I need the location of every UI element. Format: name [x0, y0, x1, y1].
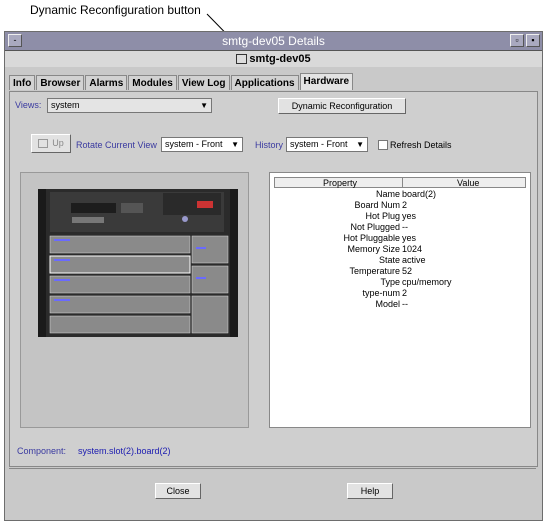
table-row[interactable]: Type cpu/memory	[270, 277, 532, 288]
minimize-icon[interactable]: ▫	[510, 34, 524, 47]
window-titlebar[interactable]: - smtg-dev05 Details ▫ ▪	[5, 32, 542, 51]
table-row[interactable]: Hot Pluggable yes	[270, 233, 532, 244]
table-row[interactable]: Temperature 52	[270, 266, 532, 277]
host-icon	[236, 54, 248, 65]
property-name: Name	[375, 189, 400, 199]
property-name: Temperature	[349, 266, 400, 276]
up-icon	[38, 139, 49, 149]
tab-info[interactable]: Info	[9, 75, 36, 90]
component-value: system.slot(2).board(2)	[78, 446, 171, 456]
history-select[interactable]: system - Front ▼	[286, 137, 368, 152]
server-chassis-image[interactable]	[21, 173, 248, 427]
chevron-down-icon: ▼	[200, 101, 208, 110]
property-value: yes	[402, 211, 417, 221]
history-label: History	[255, 140, 284, 150]
table-row[interactable]: type-num 2	[270, 288, 532, 299]
property-value: --	[402, 222, 408, 232]
window-title: smtg-dev05 Details	[222, 34, 325, 48]
host-header: smtg-dev05	[5, 51, 542, 67]
rotate-select[interactable]: system - Front ▼	[161, 137, 243, 152]
refresh-details-checkbox[interactable]	[378, 140, 388, 150]
property-value: 1024	[402, 244, 423, 254]
table-row[interactable]: State active	[270, 255, 532, 266]
rotate-label: Rotate Current View	[76, 140, 157, 150]
views-label: Views:	[15, 100, 42, 110]
property-name: Type	[380, 277, 400, 287]
component-label: Component:	[17, 446, 67, 456]
property-value: 2	[402, 200, 408, 210]
refresh-details-label: Refresh Details	[390, 140, 452, 150]
property-name: Hot Plug	[365, 211, 400, 221]
tab-view-log[interactable]: View Log	[177, 75, 230, 90]
properties-header: Property Value	[274, 177, 526, 188]
properties-table: Property Value Name board(2) Board Num 2 H…	[269, 172, 531, 428]
property-value: 52	[402, 266, 413, 276]
dynamic-reconfiguration-button[interactable]: Dynamic Reconfiguration	[278, 98, 406, 114]
footer-divider	[9, 468, 536, 469]
table-row[interactable]: Not Plugged --	[270, 222, 532, 233]
property-name: Model	[375, 299, 400, 309]
close-button[interactable]: Close	[155, 483, 201, 499]
host-name-text: smtg-dev05	[249, 53, 311, 65]
property-value: cpu/memory	[402, 277, 452, 287]
maximize-icon[interactable]: ▪	[526, 34, 540, 47]
value-column-header[interactable]: Value	[457, 178, 479, 188]
table-row[interactable]: Model --	[270, 299, 532, 310]
table-row[interactable]: Board Num 2	[270, 200, 532, 211]
up-button-label: Up	[52, 138, 64, 148]
property-column-header[interactable]: Property	[323, 178, 357, 188]
property-name: Not Plugged	[350, 222, 400, 232]
callout-text: Dynamic Reconfiguration button	[30, 3, 201, 17]
views-select[interactable]: system ▼	[47, 98, 212, 113]
tab-hardware[interactable]: Hardware	[299, 73, 354, 90]
property-name: Hot Pluggable	[343, 233, 400, 243]
views-select-value: system	[51, 100, 80, 110]
table-row[interactable]: Name board(2)	[270, 189, 532, 200]
table-row[interactable]: Hot Plug yes	[270, 211, 532, 222]
hardware-image-panel	[20, 172, 249, 428]
property-value: --	[402, 299, 408, 309]
property-name: type-num	[362, 288, 400, 298]
property-value: active	[402, 255, 426, 265]
property-value: yes	[402, 233, 417, 243]
history-select-value: system - Front	[290, 139, 348, 149]
property-name: State	[378, 255, 400, 265]
tab-modules[interactable]: Modules	[128, 75, 177, 90]
property-name: Memory Size	[347, 244, 400, 254]
details-window: - smtg-dev05 Details ▫ ▪ smtg-dev05 Info…	[4, 31, 543, 521]
tab-browser[interactable]: Browser	[36, 75, 85, 90]
tab-bar: Info Browser Alarms Modules View Log App…	[9, 73, 354, 91]
chevron-down-icon: ▼	[231, 140, 239, 149]
property-value: 2	[402, 288, 408, 298]
help-button[interactable]: Help	[347, 483, 393, 499]
tab-alarms[interactable]: Alarms	[85, 75, 128, 90]
tab-applications[interactable]: Applications	[230, 75, 299, 90]
property-value: board(2)	[402, 189, 437, 199]
property-name: Board Num	[354, 200, 400, 210]
up-button[interactable]: Up	[31, 134, 71, 153]
host-name: smtg-dev05	[5, 53, 542, 65]
chevron-down-icon: ▼	[356, 140, 364, 149]
table-row[interactable]: Memory Size 1024	[270, 244, 532, 255]
rotate-select-value: system - Front	[165, 139, 223, 149]
